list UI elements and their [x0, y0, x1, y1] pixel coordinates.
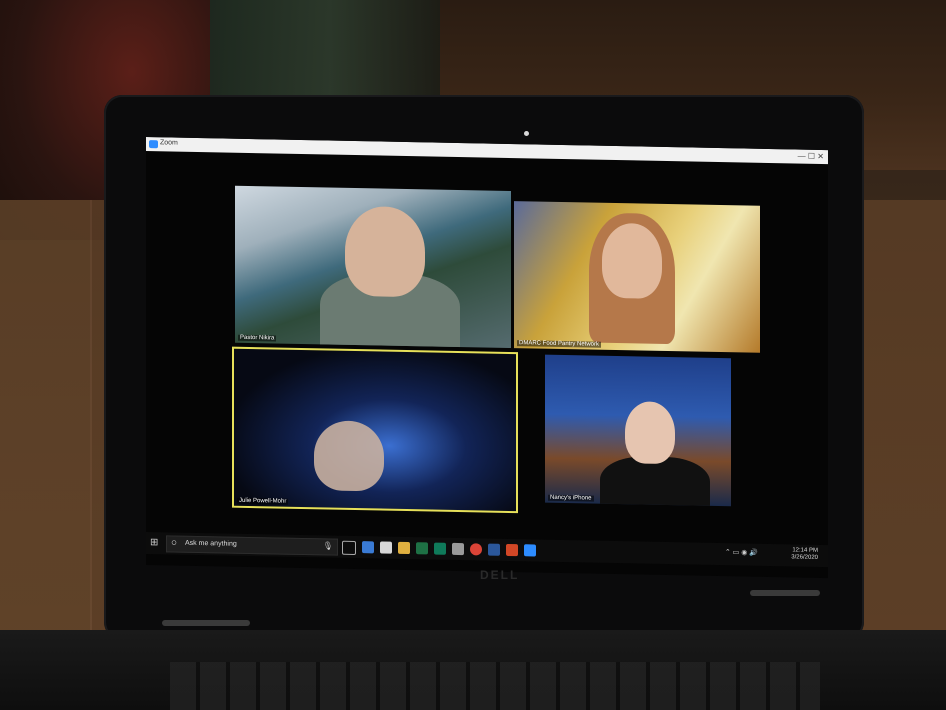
publisher-icon[interactable]: [434, 542, 446, 555]
windows-taskbar: ⊞ ○ Ask me anything 🎙 ⌃ ▭ ◉ 🔊 12:14 PM 3…: [146, 532, 828, 568]
webcam: [524, 131, 529, 136]
dell-logo: DELL: [480, 568, 520, 582]
laptop-screen: Zoom — ☐ ✕ Pastor Nikira DMARC Food Pant…: [146, 137, 828, 579]
participant-name: Julie Powell-Mohr: [237, 497, 289, 505]
store-icon[interactable]: [380, 541, 392, 554]
cortana-icon: ○: [171, 537, 178, 549]
tray-icons[interactable]: ⌃ ▭ ◉ 🔊: [725, 549, 758, 557]
word-icon[interactable]: [488, 543, 500, 556]
search-box[interactable]: ○ Ask me anything 🎙: [166, 535, 338, 556]
video-tile[interactable]: DMARC Food Pantry Network: [514, 201, 760, 353]
participant-name: Nancy's iPhone: [548, 494, 594, 502]
window-title: Zoom: [160, 139, 178, 147]
participant-name: Pastor Nikira: [238, 334, 277, 342]
task-view-icon[interactable]: [342, 540, 356, 556]
powerpoint-icon[interactable]: [506, 543, 518, 557]
app-icon[interactable]: [452, 542, 464, 556]
chrome-icon[interactable]: [470, 543, 482, 556]
windows-start-icon[interactable]: ⊞: [150, 537, 158, 548]
clock-date[interactable]: 3/26/2020: [791, 554, 818, 562]
search-placeholder: Ask me anything: [185, 539, 237, 548]
hinge: [750, 590, 820, 596]
hinge: [162, 620, 250, 626]
window-controls[interactable]: — ☐ ✕: [798, 152, 824, 162]
video-tile-active-speaker[interactable]: Julie Powell-Mohr: [232, 346, 518, 514]
zoom-app-icon: [149, 140, 158, 149]
file-explorer-icon[interactable]: [398, 541, 410, 555]
participant-face: [345, 205, 425, 298]
keyboard: [170, 662, 820, 710]
participant-name: DMARC Food Pantry Network: [517, 340, 602, 348]
excel-icon[interactable]: [416, 542, 428, 555]
participant-face: [625, 401, 675, 465]
people-icon[interactable]: [362, 541, 374, 554]
zoom-taskbar-icon[interactable]: [524, 544, 536, 557]
video-tile[interactable]: Nancy's iPhone: [545, 354, 731, 507]
participant-face: [314, 420, 384, 492]
taskbar-apps: [342, 540, 536, 559]
video-tile[interactable]: Pastor Nikira: [235, 185, 511, 349]
participant-face: [602, 222, 662, 299]
system-tray: ⌃ ▭ ◉ 🔊 12:14 PM 3/26/2020: [725, 547, 818, 562]
mic-icon[interactable]: 🎙: [323, 541, 333, 550]
